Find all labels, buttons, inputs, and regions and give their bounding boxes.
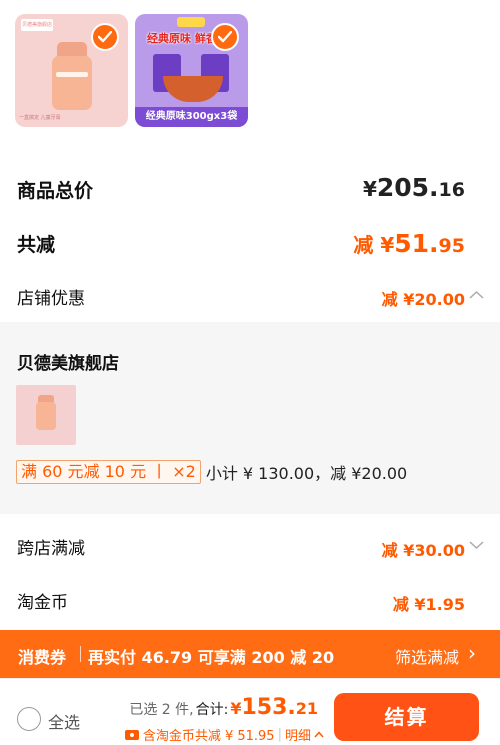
coupon-row: 满 60 元减 10 元 丨 ×2 小计 ¥ 130.00，减 ¥20.00: [16, 460, 407, 484]
checkout-button[interactable]: 结算: [334, 693, 479, 741]
promo-left: 消费券: [18, 648, 67, 667]
product-thumb-1[interactable]: 贝德美旗舰店 一盒搞定 儿童牙膏: [15, 14, 128, 127]
currency-symbol: ¥: [362, 177, 377, 201]
price-int: 205.: [376, 173, 439, 202]
coin-text: 含淘金币共减 ¥ 51.95: [142, 729, 275, 744]
selected-count: 已选 2 件,: [129, 702, 194, 718]
bottle-image: [36, 402, 56, 430]
product-caption: 一盒搞定 儿童牙膏: [19, 115, 61, 121]
discount-label: 共减: [17, 234, 56, 256]
discount-amount: 减 ¥51.95: [353, 229, 465, 258]
total-label: 商品总价: [17, 180, 94, 202]
price-dec: 21: [295, 699, 318, 718]
price-dec: 16: [438, 179, 465, 201]
total-label: 合计:: [195, 702, 229, 718]
coupon-tag: 满 60 元减 10 元 丨 ×2: [16, 460, 201, 484]
shop-product-thumb[interactable]: [16, 385, 76, 445]
currency-symbol: ¥: [230, 699, 242, 718]
filter-discount-link[interactable]: 筛选满减: [395, 644, 459, 668]
product-thumb-2[interactable]: 经典原味 鲜香 经典原味300gx3袋: [135, 14, 248, 127]
bottle-label: [56, 72, 88, 77]
selected-check-icon[interactable]: [91, 23, 119, 51]
discount-dec: 95: [438, 235, 465, 257]
brand-tag: 贝德美旗舰店: [21, 19, 53, 31]
total-price: ¥205.16: [363, 173, 465, 202]
cross-store-label: 跨店满减: [17, 539, 85, 559]
chevron-right-icon[interactable]: ›: [468, 641, 476, 665]
total-line: 已选 2 件, 合计: ¥ 153. 21: [129, 695, 318, 720]
discount-prefix: 减 ¥: [353, 233, 395, 257]
product-badge: 经典原味300gx3袋: [135, 107, 248, 127]
chevron-up-icon[interactable]: [314, 731, 324, 738]
select-all-label[interactable]: 全选: [48, 709, 80, 733]
select-all-radio[interactable]: [17, 707, 41, 731]
promo-divider: [80, 646, 81, 662]
coin-detail-line[interactable]: 含淘金币共减 ¥ 51.95 | 明细: [124, 725, 324, 744]
shop-name: 贝德美旗舰店: [17, 354, 119, 374]
checkout-bar: 全选 已选 2 件, 合计: ¥ 153. 21 含淘金币共减 ¥ 51.95 …: [0, 678, 500, 745]
chevron-down-icon[interactable]: [469, 540, 484, 550]
selected-check-icon[interactable]: [211, 23, 239, 51]
promo-bar[interactable]: 消费券 再实付 46.79 可享满 200 减 20 筛选满减 ›: [0, 630, 500, 678]
cross-store-value[interactable]: 减 ¥30.00: [382, 537, 465, 561]
bowl-image: [163, 76, 223, 102]
store-discount-label: 店铺优惠: [17, 289, 85, 309]
promo-middle: 再实付 46.79 可享满 200 减 20: [88, 648, 335, 667]
product-title: 经典原味 鲜香: [147, 32, 217, 45]
chevron-up-icon[interactable]: [469, 290, 484, 300]
detail-link[interactable]: 明细: [285, 725, 311, 744]
shop-discount-panel: 贝德美旗舰店 满 60 元减 10 元 丨 ×2 小计 ¥ 130.00，减 ¥…: [0, 322, 500, 514]
discount-int: 51.: [394, 229, 439, 258]
coupon-icon: [124, 729, 139, 740]
taojinbi-value: 减 ¥1.95: [392, 595, 465, 614]
brand-logo: [177, 17, 205, 27]
price-int: 153.: [241, 695, 296, 720]
taojinbi-label: 淘金币: [17, 593, 68, 613]
subtotal-text: 小计 ¥ 130.00，减 ¥20.00: [205, 464, 408, 483]
store-discount-value[interactable]: 减 ¥20.00: [382, 286, 465, 310]
bottle-image: [52, 56, 92, 110]
